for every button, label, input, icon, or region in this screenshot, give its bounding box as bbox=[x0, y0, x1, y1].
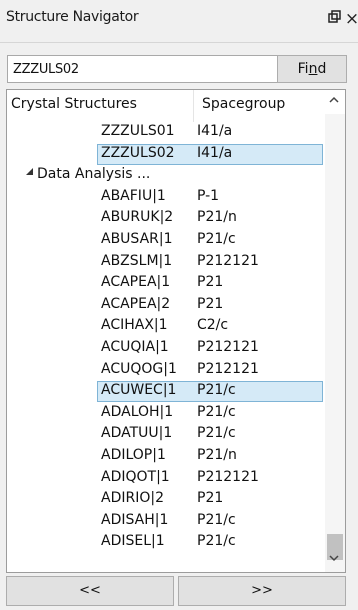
structure-name: ACUQIA|1 bbox=[101, 338, 169, 355]
structure-name: ACAPEA|2 bbox=[101, 295, 171, 312]
spacegroup-value: P21/n bbox=[197, 209, 237, 226]
structure-name: Data Analysis ... bbox=[37, 166, 151, 183]
find-label-pre: Fi bbox=[297, 61, 309, 77]
spacegroup-value: P21 bbox=[197, 490, 224, 507]
find-button[interactable]: Find bbox=[277, 55, 347, 83]
structure-navigator-panel: Structure Navigator × Find Crystal Struc… bbox=[0, 0, 358, 610]
title-bar: Structure Navigator × bbox=[0, 0, 358, 42]
structure-name: ADIQOT|1 bbox=[101, 468, 170, 485]
tree-row[interactable]: ACUQOG|1 P212121 bbox=[7, 360, 325, 382]
spacegroup-value: P212121 bbox=[197, 360, 259, 377]
next-button[interactable]: >> bbox=[178, 576, 346, 606]
spacegroup-value: P212121 bbox=[197, 338, 259, 355]
spacegroup-value: I41/a bbox=[197, 123, 233, 139]
pin-icon[interactable] bbox=[324, 8, 344, 30]
spacegroup-value: P21/c bbox=[197, 533, 236, 550]
structure-name: ACUWEC|1 bbox=[101, 382, 177, 399]
tree-row[interactable]: ADILOP|1 P21/n bbox=[7, 446, 325, 468]
find-label-post: d bbox=[317, 61, 327, 77]
structure-name: ADISEL|1 bbox=[101, 533, 165, 550]
spacegroup-value: P21/c bbox=[197, 382, 236, 399]
structure-name: ZZZULS02 bbox=[101, 144, 175, 161]
spacegroup-value: P21 bbox=[197, 295, 224, 312]
tree-row[interactable]: ADATUU|1 P21/c bbox=[7, 424, 325, 446]
structure-name: ABAFIU|1 bbox=[101, 187, 166, 204]
tree-row[interactable]: ACAPEA|1 P21 bbox=[7, 273, 325, 295]
structure-name: ABZSLM|1 bbox=[101, 252, 173, 269]
spacegroup-value: P21/c bbox=[197, 425, 236, 442]
column-divider[interactable] bbox=[193, 90, 194, 122]
spacegroup-value: P21/n bbox=[197, 446, 237, 463]
panel-title: Structure Navigator bbox=[6, 9, 139, 25]
tree-rows: ZZZULS01 I41/a ZZZULS02 I41/a Data Analysis … bbox=[7, 122, 325, 554]
structure-name: ADATUU|1 bbox=[101, 425, 173, 442]
structure-name: ACUQOG|1 bbox=[101, 360, 177, 377]
structure-name: ABURUK|2 bbox=[101, 209, 174, 226]
scroll-down-icon[interactable] bbox=[325, 552, 343, 570]
tree-row[interactable]: ACAPEA|2 P21 bbox=[7, 295, 325, 317]
tree-row[interactable]: ADIQOT|1 P212121 bbox=[7, 468, 325, 490]
expand-collapse-icon[interactable] bbox=[25, 167, 34, 179]
tree-row[interactable]: ADIRIO|2 P21 bbox=[7, 489, 325, 511]
spacegroup-value: P21/c bbox=[197, 403, 236, 420]
tree-row[interactable]: ABURUK|2 P21/n bbox=[7, 208, 325, 230]
structure-name: ADISAH|1 bbox=[101, 511, 169, 528]
spacegroup-value: C2/c bbox=[197, 317, 229, 334]
tree-row[interactable]: ACUQIA|1 P212121 bbox=[7, 338, 325, 360]
structure-name: ACIHAX|1 bbox=[101, 317, 168, 334]
previous-button[interactable]: << bbox=[6, 576, 174, 606]
close-icon[interactable]: × bbox=[342, 8, 358, 30]
spacegroup-value: P212121 bbox=[197, 252, 259, 269]
column-header-spacegroup[interactable]: Spacegroup bbox=[202, 96, 285, 112]
spacegroup-value: P-1 bbox=[197, 187, 220, 204]
tree-row[interactable]: ABUSAR|1 P21/c bbox=[7, 230, 325, 252]
structure-name: ADILOP|1 bbox=[101, 446, 166, 463]
spacegroup-value: I41/a bbox=[197, 144, 233, 161]
column-header-crystal-structures[interactable]: Crystal Structures bbox=[11, 96, 137, 112]
spacegroup-value: P21 bbox=[197, 274, 224, 291]
tree-row[interactable]: ABAFIU|1 P-1 bbox=[7, 187, 325, 209]
scroll-up-icon[interactable] bbox=[325, 94, 343, 112]
spacegroup-value: P21/c bbox=[197, 230, 236, 247]
spacegroup-value: P21/c bbox=[197, 511, 236, 528]
tree-row[interactable]: ACUWEC|1 P21/c bbox=[7, 381, 325, 403]
tree-row[interactable]: ABZSLM|1 P212121 bbox=[7, 252, 325, 274]
tree-row[interactable]: ZZZULS01 I41/a bbox=[7, 122, 325, 144]
tree-row[interactable]: ADISEL|1 P21/c bbox=[7, 532, 325, 554]
tree-header: Crystal Structures Spacegroup bbox=[7, 90, 345, 122]
tree-row[interactable]: ZZZULS02 I41/a bbox=[7, 143, 325, 166]
spacegroup-value: P212121 bbox=[197, 468, 259, 485]
structure-name: ACAPEA|1 bbox=[101, 274, 171, 291]
structure-tree[interactable]: Crystal Structures Spacegroup ZZZULS01 I4… bbox=[6, 89, 346, 573]
structure-name: ZZZULS01 bbox=[101, 123, 175, 139]
tree-row[interactable]: ACIHAX|1 C2/c bbox=[7, 316, 325, 338]
structure-name: ABUSAR|1 bbox=[101, 230, 173, 247]
tree-row[interactable]: ADALOH|1 P21/c bbox=[7, 403, 325, 425]
tree-group-row[interactable]: Data Analysis ... bbox=[7, 165, 325, 187]
tree-row[interactable]: ADISAH|1 P21/c bbox=[7, 511, 325, 533]
structure-name: ADALOH|1 bbox=[101, 403, 174, 420]
vertical-scrollbar[interactable] bbox=[325, 114, 345, 572]
structure-name: ADIRIO|2 bbox=[101, 490, 164, 507]
search-row: Find bbox=[0, 42, 358, 87]
